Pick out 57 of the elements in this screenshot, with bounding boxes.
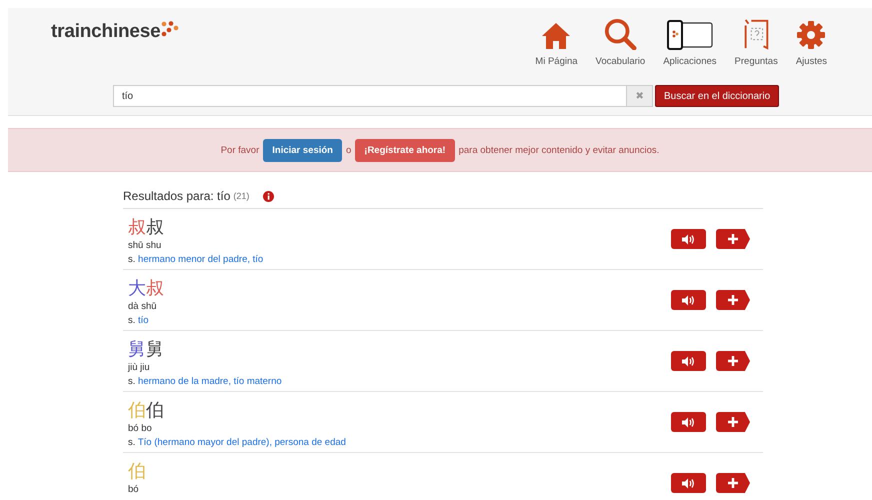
add-button[interactable] — [716, 351, 750, 371]
plus-icon — [728, 356, 738, 366]
chinese-character[interactable]: 叔 — [146, 217, 164, 237]
pinyin: shū shu — [128, 240, 162, 251]
login-button[interactable]: Iniciar sesión — [263, 138, 342, 162]
chinese-character[interactable]: 伯 — [146, 400, 164, 420]
plus-icon — [728, 234, 738, 244]
speaker-icon — [681, 234, 696, 244]
definition: s. tío — [128, 315, 150, 326]
register-button[interactable]: ¡Regístrate ahora! — [355, 138, 455, 162]
pinyin: dà shū — [128, 301, 158, 312]
logo-text[interactable]: trainchinese — [51, 21, 161, 43]
audio-button[interactable] — [671, 229, 706, 249]
devices-icon — [666, 20, 713, 50]
result-count: (21) — [233, 191, 250, 201]
add-button[interactable] — [716, 290, 750, 310]
search-button[interactable]: Buscar en el diccionario — [655, 85, 780, 107]
nav-item[interactable]: Vocabulario — [586, 18, 654, 67]
nav-item[interactable]: Aplicaciones — [654, 18, 726, 67]
notice-text: Por favor — [220, 144, 260, 156]
search-field[interactable]: tío — [113, 85, 627, 107]
add-button[interactable] — [716, 229, 750, 249]
plus-icon — [728, 295, 738, 305]
notice-text: para obtener mejor contenido y evitar anuncios. — [458, 144, 660, 156]
definition: s. hermano menor del padre, tío — [128, 254, 264, 265]
pinyin: bó bo — [128, 423, 153, 434]
settings-icon — [796, 20, 826, 50]
audio-button[interactable] — [671, 290, 706, 310]
add-button[interactable] — [716, 412, 750, 432]
dots-icon — [160, 21, 179, 37]
home-icon — [541, 22, 572, 50]
audio-button[interactable] — [671, 351, 706, 371]
audio-button[interactable] — [671, 412, 706, 432]
audio-button[interactable] — [671, 473, 706, 493]
plus-icon — [728, 417, 738, 427]
pinyin: bó — [128, 484, 140, 495]
search-icon — [603, 18, 638, 50]
speaker-icon — [681, 356, 696, 366]
info-icon[interactable] — [263, 190, 274, 202]
nav-item[interactable]: Ajustes — [786, 18, 836, 67]
chinese-character[interactable]: 叔 — [128, 217, 146, 237]
chinese-character[interactable]: 叔 — [146, 278, 164, 298]
nav-item[interactable]: Preguntas — [726, 18, 787, 67]
speaker-icon — [681, 416, 696, 428]
add-button[interactable] — [716, 473, 750, 493]
chinese-character[interactable]: 舅 — [128, 339, 146, 359]
nav-item[interactable]: Mi Página — [526, 18, 587, 67]
definition: s. Tío (hermano mayor del padre), persona de edad — [128, 437, 346, 448]
chinese-character[interactable]: 大 — [128, 278, 146, 298]
chinese-character[interactable]: 舅 — [146, 339, 164, 359]
notice-text: o — [346, 144, 352, 156]
pinyin: jiù jiu — [128, 362, 151, 373]
definition: s. hermano de la madre, tío materno — [128, 376, 282, 387]
speaker-icon — [681, 294, 696, 306]
speaker-icon — [681, 478, 696, 488]
plus-icon — [728, 478, 738, 488]
results-title: Resultados para: tío — [123, 189, 230, 203]
